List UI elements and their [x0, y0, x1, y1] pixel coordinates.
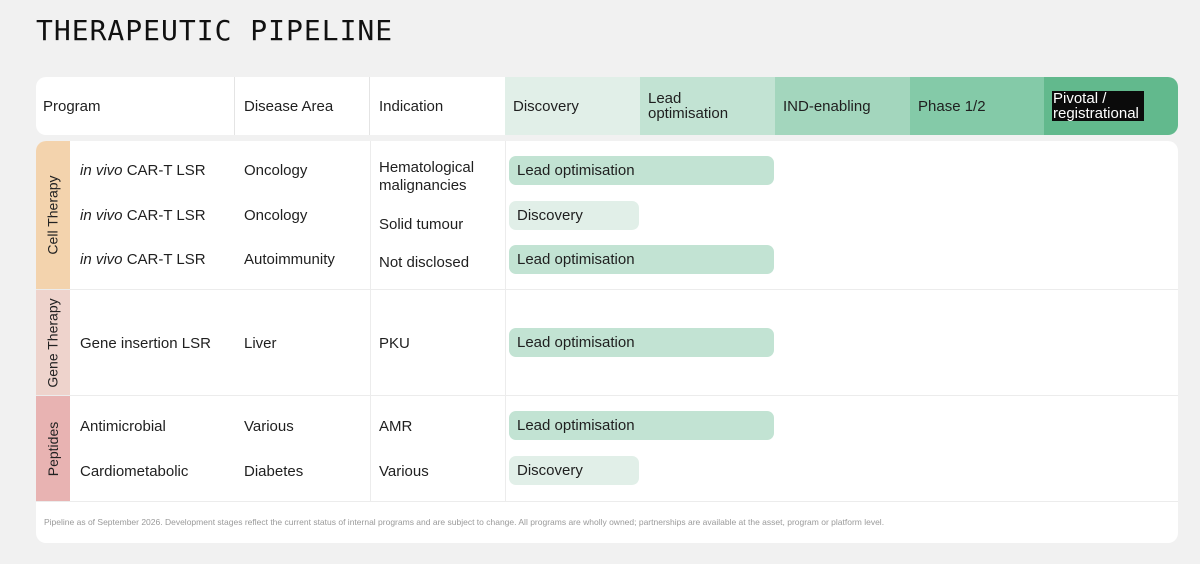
header-stage-lead-optimisation: Lead optimisation [640, 77, 775, 135]
section-label-cell-therapy: Cell Therapy [45, 175, 61, 255]
pipeline-body: Cell Therapy in vivo CAR-T LSR Oncology … [36, 141, 1178, 543]
section-label-gene-therapy: Gene Therapy [45, 297, 61, 388]
section-separator [36, 395, 1178, 396]
stage-bar: Discovery [509, 456, 639, 485]
indication-cell: Hematological malignancies [379, 159, 475, 194]
header-divider [234, 77, 235, 135]
disease-area-cell: Autoimmunity [244, 251, 335, 268]
disease-area-cell: Oncology [244, 207, 308, 224]
header-disease-area: Disease Area [244, 97, 334, 115]
pipeline-header: Program Disease Area Indication Discover… [36, 77, 1178, 135]
program-prefix: in vivo [80, 162, 123, 179]
program-name: CAR-T LSR [126, 251, 206, 268]
header-stage-discovery: Discovery [505, 77, 640, 135]
section-separator [36, 501, 1178, 502]
section-label-peptides: Peptides [45, 421, 62, 476]
section-band-gene-therapy: Gene Therapy [36, 290, 70, 395]
section-band-cell-therapy: Cell Therapy [36, 141, 70, 289]
header-stage-phase-1-2: Phase 1/2 [910, 77, 1045, 135]
stage-bar: Lead optimisation [509, 156, 774, 185]
header-stage-pivotal-label: Pivotal / registrational [1052, 91, 1144, 121]
disease-area-cell: Diabetes [244, 463, 304, 480]
header-divider [369, 77, 370, 135]
program-cell: Antimicrobial [80, 418, 166, 435]
program-cell: in vivo CAR-T LSR [80, 207, 206, 225]
column-divider [505, 141, 506, 289]
stage-bar: Lead optimisation [509, 411, 774, 440]
program-cell: Cardiometabolic [80, 463, 189, 480]
disease-area-cell: Oncology [244, 162, 308, 179]
stage-bar: Lead optimisation [509, 245, 774, 274]
indication-cell: PKU [379, 335, 410, 352]
column-divider [505, 396, 506, 501]
header-program: Program [43, 97, 101, 115]
program-prefix: in vivo [80, 251, 123, 268]
footnote: Pipeline as of September 2026. Developme… [44, 517, 885, 527]
header-stage-pivotal: Pivotal / registrational [1044, 77, 1178, 135]
page-title: THERAPEUTIC PIPELINE [36, 14, 394, 47]
column-divider [370, 290, 371, 395]
header-indication: Indication [379, 97, 444, 115]
program-cell: Gene insertion LSR [80, 335, 211, 352]
program-prefix: in vivo [80, 207, 123, 224]
program-name: CAR-T LSR [126, 162, 206, 179]
indication-cell: Solid tumour [379, 216, 464, 233]
indication-cell: Not disclosed [379, 254, 470, 271]
stage-bar: Lead optimisation [509, 328, 774, 357]
column-divider [370, 396, 371, 501]
disease-area-cell: Various [244, 418, 294, 435]
section-band-peptides: Peptides [36, 396, 70, 501]
program-cell: in vivo CAR-T LSR [80, 251, 206, 269]
program-name: CAR-T LSR [126, 207, 206, 224]
column-divider [505, 290, 506, 395]
column-divider [370, 141, 371, 289]
header-stage-ind-enabling: IND-enabling [775, 77, 910, 135]
indication-cell: Various [379, 463, 429, 480]
section-separator [36, 289, 1178, 290]
program-cell: in vivo CAR-T LSR [80, 162, 206, 180]
disease-area-cell: Liver [244, 335, 277, 352]
stage-bar: Discovery [509, 201, 639, 230]
indication-cell: AMR [379, 418, 413, 435]
